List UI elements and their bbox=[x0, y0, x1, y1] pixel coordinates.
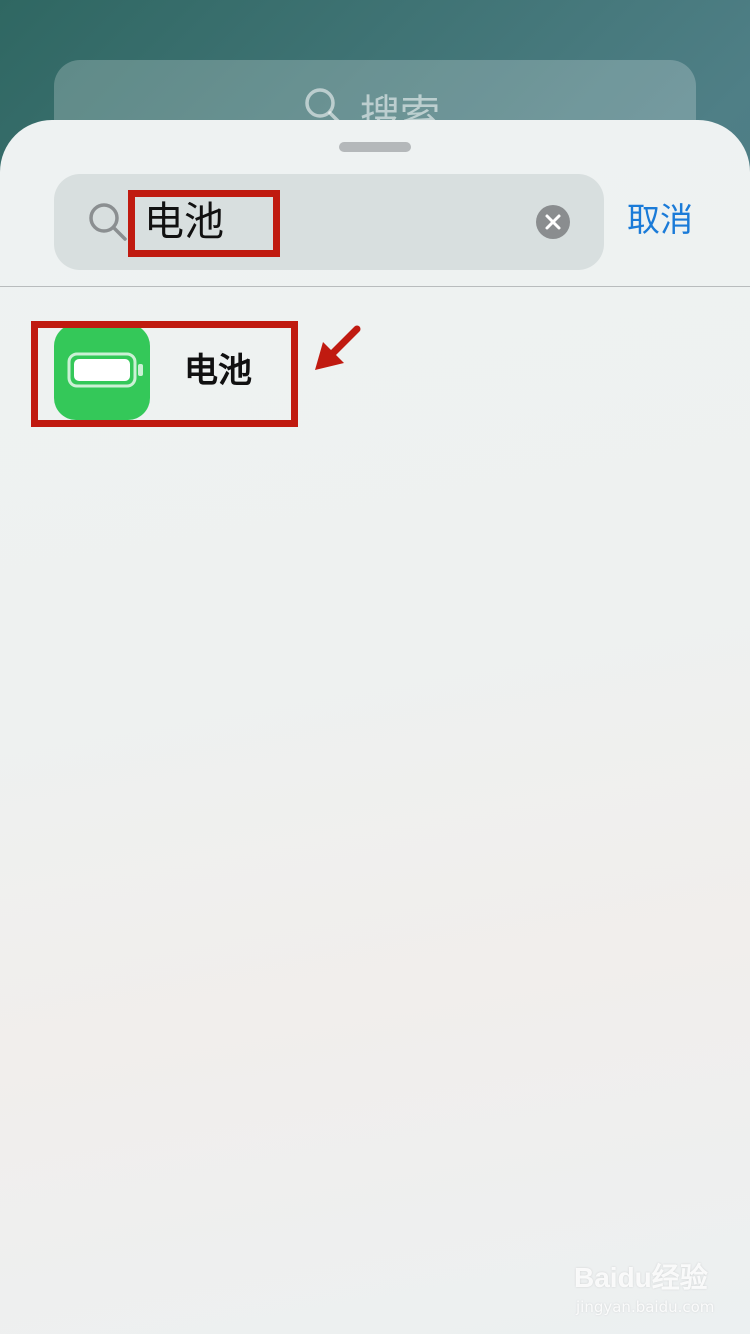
highlight-box-search bbox=[128, 190, 280, 257]
divider bbox=[0, 286, 750, 287]
watermark-url: jingyan.baidu.com bbox=[576, 1298, 715, 1316]
clear-icon[interactable] bbox=[536, 205, 570, 239]
search-icon bbox=[88, 202, 128, 242]
baidu-watermark: Baidu经验 jingyan.baidu.com bbox=[574, 1256, 714, 1318]
watermark-logo: Baidu经验 bbox=[574, 1262, 708, 1293]
sheet-grabber[interactable] bbox=[339, 142, 411, 152]
highlight-box-result bbox=[31, 321, 298, 427]
annotation-arrow-icon bbox=[315, 325, 361, 370]
cancel-button[interactable]: 取消 bbox=[627, 198, 693, 242]
search-sheet: 电池 取消 电池 bbox=[0, 120, 750, 1334]
